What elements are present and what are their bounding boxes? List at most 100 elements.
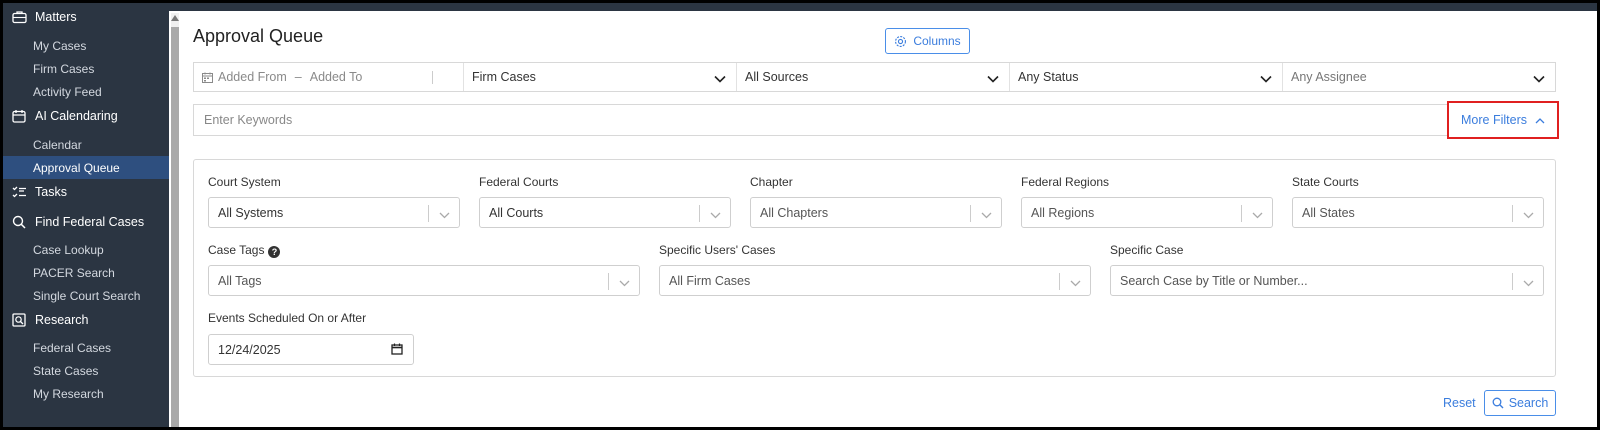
chevron-down-icon (1252, 208, 1263, 222)
chapter-label: Chapter (750, 175, 793, 189)
chevron-down-icon (1070, 276, 1081, 290)
select-separator (1512, 273, 1513, 290)
sidebar-section-matters[interactable]: Matters (3, 4, 169, 30)
keywords-placeholder: Enter Keywords (204, 113, 293, 127)
search-icon (11, 214, 27, 230)
select-separator (970, 205, 971, 222)
help-icon[interactable]: ? (268, 246, 281, 258)
specific-users-select[interactable]: All Firm Cases (659, 265, 1091, 296)
sidebar-section-label: Research (35, 313, 89, 327)
specific-case-placeholder: Search Case by Title or Number... (1120, 273, 1308, 288)
vertical-scrollbar[interactable] (171, 13, 179, 427)
sidebar-item-my-research[interactable]: My Research (3, 382, 169, 405)
calendar-picker-icon[interactable] (391, 343, 403, 358)
date-separator (432, 71, 433, 84)
specific-users-value: All Firm Cases (669, 273, 751, 288)
assignee-value: Any Assignee (1291, 70, 1367, 84)
chevron-down-icon (1523, 276, 1534, 290)
sidebar-item-approval-queue[interactable]: Approval Queue (3, 156, 169, 179)
more-filters-label: More Filters (1461, 113, 1527, 127)
federal-regions-select[interactable]: All Regions (1021, 197, 1273, 228)
date-dash: – (294, 70, 302, 84)
page-title: Approval Queue (193, 26, 324, 46)
sidebar-item-state-cases[interactable]: State Cases (3, 359, 169, 382)
sidebar-section-ai-calendaring[interactable]: AI Calendaring (3, 103, 169, 129)
federal-courts-value: All Courts (489, 205, 544, 220)
case-scope-value: Firm Cases (472, 70, 536, 84)
chevron-down-icon (981, 208, 992, 222)
court-system-label: Court System (208, 175, 281, 189)
chevron-down-icon (1523, 208, 1534, 222)
chevron-down-icon (714, 72, 726, 86)
sidebar: Matters My Cases Firm Cases Activity Fee… (3, 3, 169, 427)
more-filters-panel: Court System All Systems Federal Courts … (193, 159, 1556, 377)
state-courts-select[interactable]: All States (1292, 197, 1544, 228)
top-bar (169, 3, 1597, 11)
events-scheduled-value: 12/24/2025 (218, 342, 281, 357)
main-content: Approval Queue Columns Added From – Adde… (179, 11, 1597, 427)
gear-icon (894, 35, 907, 48)
sidebar-item-calendar[interactable]: Calendar (3, 133, 169, 156)
specific-users-label: Specific Users' Cases (659, 243, 776, 257)
app-window: Matters My Cases Firm Cases Activity Fee… (2, 2, 1598, 428)
sources-select[interactable]: All Sources (737, 63, 1010, 91)
research-icon (11, 312, 27, 328)
assignee-select[interactable]: Any Assignee (1283, 63, 1555, 91)
sidebar-item-case-lookup[interactable]: Case Lookup (3, 238, 169, 261)
federal-regions-value: All Regions (1031, 205, 1095, 220)
federal-courts-select[interactable]: All Courts (479, 197, 731, 228)
chevron-down-icon (1533, 72, 1545, 86)
search-button[interactable]: Search (1484, 390, 1556, 416)
chapter-select[interactable]: All Chapters (750, 197, 1002, 228)
date-range-filter[interactable]: Added From – Added To (194, 63, 464, 91)
sidebar-section-label: AI Calendaring (35, 109, 118, 123)
more-filters-button[interactable]: More Filters (1447, 101, 1559, 139)
sidebar-section-label: Tasks (35, 185, 67, 199)
sidebar-item-pacer-search[interactable]: PACER Search (3, 261, 169, 284)
search-button-label: Search (1508, 396, 1549, 410)
state-courts-label: State Courts (1292, 175, 1359, 189)
calendar-small-icon (202, 72, 213, 83)
scrollbar-thumb[interactable] (171, 27, 179, 427)
chevron-down-icon (619, 276, 630, 290)
case-tags-select[interactable]: All Tags (208, 265, 640, 296)
sidebar-item-firm-cases[interactable]: Firm Cases (3, 57, 169, 80)
columns-button-label: Columns (913, 34, 961, 48)
sidebar-item-federal-cases[interactable]: Federal Cases (3, 336, 169, 359)
select-separator (1241, 205, 1242, 222)
events-scheduled-date-input[interactable]: 12/24/2025 (208, 334, 414, 365)
filter-bar: Added From – Added To Firm Cases All Sou… (193, 62, 1556, 92)
case-tags-label-text: Case Tags (208, 243, 265, 257)
keywords-input[interactable]: Enter Keywords (193, 104, 1556, 136)
select-separator (1512, 205, 1513, 222)
case-tags-label: Case Tags? (208, 243, 281, 258)
scroll-up-arrow-icon[interactable] (171, 15, 179, 21)
sidebar-section-tasks[interactable]: Tasks (3, 179, 169, 205)
sidebar-item-activity-feed[interactable]: Activity Feed (3, 80, 169, 103)
search-icon (1492, 397, 1504, 409)
sidebar-item-my-cases[interactable]: My Cases (3, 34, 169, 57)
sidebar-item-single-court-search[interactable]: Single Court Search (3, 284, 169, 307)
sidebar-section-find-federal-cases[interactable]: Find Federal Cases (3, 209, 169, 235)
state-courts-value: All States (1302, 205, 1355, 220)
federal-regions-label: Federal Regions (1021, 175, 1110, 189)
specific-case-select[interactable]: Search Case by Title or Number... (1110, 265, 1544, 296)
added-to-placeholder: Added To (309, 70, 363, 84)
sidebar-section-label: Matters (35, 10, 77, 24)
checklist-icon (11, 184, 27, 200)
select-separator (1059, 273, 1060, 290)
federal-courts-label: Federal Courts (479, 175, 559, 189)
reset-link[interactable]: Reset (1443, 396, 1476, 410)
chevron-up-icon (1535, 117, 1545, 124)
columns-button[interactable]: Columns (885, 28, 970, 54)
briefcase-icon (11, 9, 27, 25)
case-scope-select[interactable]: Firm Cases (464, 63, 737, 91)
case-tags-value: All Tags (218, 273, 262, 288)
court-system-select[interactable]: All Systems (208, 197, 460, 228)
status-select[interactable]: Any Status (1010, 63, 1283, 91)
chapter-value: All Chapters (760, 205, 829, 220)
status-value: Any Status (1018, 70, 1079, 84)
select-separator (699, 205, 700, 222)
sidebar-section-research[interactable]: Research (3, 307, 169, 333)
events-scheduled-label: Events Scheduled On or After (208, 311, 367, 325)
